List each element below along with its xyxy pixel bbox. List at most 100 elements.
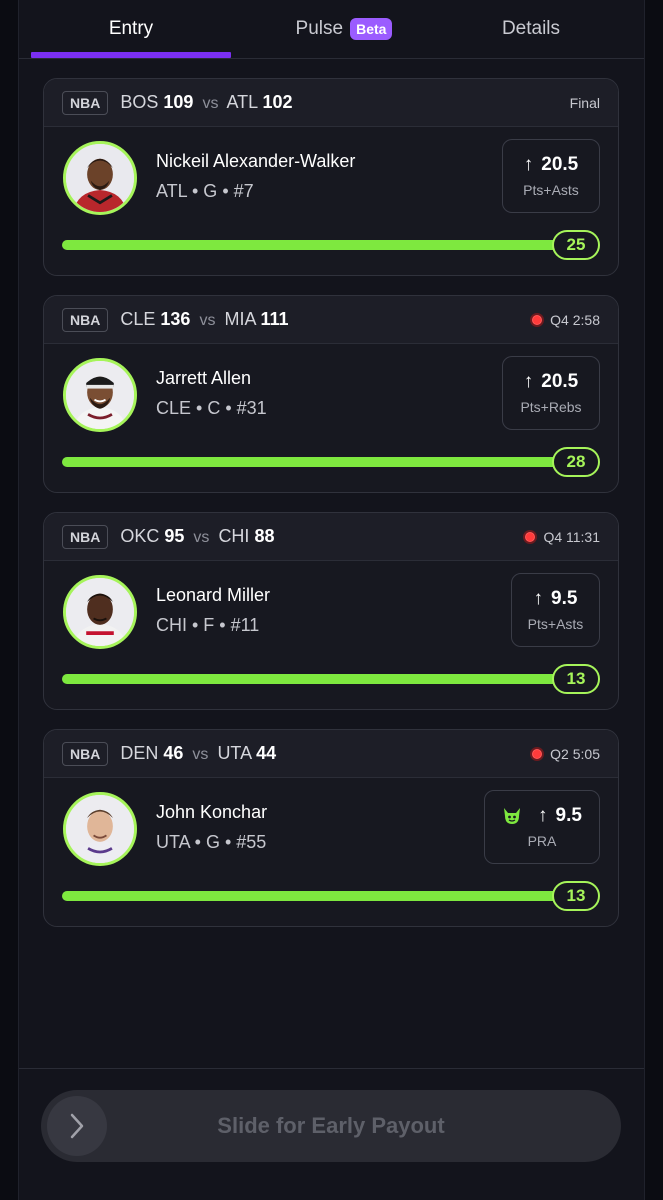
progress-track — [62, 457, 572, 467]
vs-label: vs — [192, 746, 209, 763]
player-avatar — [63, 575, 137, 649]
current-value-badge: 13 — [552, 664, 600, 694]
team-a: BOS — [120, 92, 159, 112]
arrow-up-icon: ↑ — [533, 588, 544, 609]
game-score: OKC 95 vs CHI 88 — [120, 526, 274, 547]
right-edge — [644, 0, 663, 1200]
progress-fill — [62, 457, 572, 467]
current-value-badge: 13 — [552, 881, 600, 911]
team-b: ATL — [226, 92, 258, 112]
pick-card[interactable]: NBA OKC 95 vs CHI 88 Q4 11:31 Leonard Mi… — [43, 512, 619, 710]
early-payout-slider[interactable]: Slide for Early Payout — [41, 1090, 621, 1162]
player-name: John Konchar — [156, 802, 268, 822]
team-b: UTA — [217, 743, 252, 763]
game-status: Q2 5:05 — [530, 730, 600, 778]
stat-type: Pts+Asts — [523, 182, 579, 198]
current-value-badge: 28 — [552, 447, 600, 477]
game-status: Q4 11:31 — [523, 513, 600, 561]
pick-card[interactable]: NBA CLE 136 vs MIA 111 Q4 2:58 Jarrett A… — [43, 295, 619, 493]
live-indicator-icon — [530, 313, 545, 327]
game-status-text: Final — [569, 95, 600, 111]
team-a: OKC — [120, 526, 160, 546]
projection-line: 9.5 — [551, 588, 578, 609]
stat-type: Pts+Asts — [527, 616, 584, 632]
arrow-up-icon: ↑ — [538, 805, 548, 826]
vs-label: vs — [193, 529, 210, 546]
slider-knob[interactable] — [47, 1096, 107, 1156]
projection-box[interactable]: ↑ 9.5 Pts+Asts — [511, 573, 600, 647]
active-tab-indicator — [31, 52, 231, 58]
slide-label: Slide for Early Payout — [217, 1113, 445, 1138]
projection-line: 20.5 — [541, 154, 579, 175]
projection-line: 20.5 — [541, 371, 579, 392]
live-indicator-icon — [530, 747, 545, 761]
projection-box[interactable]: ↑ 9.5 PRA — [484, 790, 600, 864]
progress-fill — [62, 240, 572, 250]
score-b: 88 — [254, 526, 275, 546]
projection-box[interactable]: ↑ 20.5 Pts+Asts — [502, 139, 600, 213]
progress-fill — [62, 891, 572, 901]
player-name: Nickeil Alexander-Walker — [156, 151, 356, 171]
beta-badge: Beta — [350, 18, 393, 40]
score-b: 102 — [262, 92, 293, 112]
arrow-up-icon: ↑ — [523, 154, 534, 175]
progress-fill — [62, 674, 572, 684]
tab-details-label: Details — [501, 18, 561, 39]
current-value-badge: 25 — [552, 230, 600, 260]
vs-label: vs — [199, 312, 216, 329]
tab-details[interactable]: Details — [431, 0, 631, 58]
player-meta: CLE • C • #31 — [156, 398, 267, 418]
game-header: NBA DEN 46 vs UTA 44 Q2 5:05 — [44, 730, 618, 778]
game-header: NBA OKC 95 vs CHI 88 Q4 11:31 — [44, 513, 618, 561]
player-meta: ATL • G • #7 — [156, 181, 254, 201]
progress-track — [62, 240, 572, 250]
score-b: 44 — [256, 743, 277, 763]
league-badge: NBA — [62, 524, 109, 549]
game-score: DEN 46 vs UTA 44 — [120, 743, 276, 764]
team-a: CLE — [120, 309, 156, 329]
game-score: CLE 136 vs MIA 111 — [120, 309, 288, 330]
player-avatar — [63, 792, 137, 866]
league-badge: NBA — [62, 90, 109, 115]
league-badge: NBA — [62, 307, 109, 332]
game-status: Q4 2:58 — [530, 296, 600, 344]
game-header: NBA CLE 136 vs MIA 111 Q4 2:58 — [44, 296, 618, 344]
vs-label: vs — [202, 95, 219, 112]
tab-pulse[interactable]: Pulse Beta — [244, 0, 444, 58]
tab-entry[interactable]: Entry — [31, 0, 231, 58]
pick-card[interactable]: NBA BOS 109 vs ATL 102 Final Nickeil Ale… — [43, 78, 619, 276]
chevron-right-icon — [70, 1113, 84, 1139]
progress-track — [62, 674, 572, 684]
player-avatar — [63, 141, 137, 215]
progress-track — [62, 891, 572, 901]
bottom-divider — [19, 1068, 644, 1069]
team-b: CHI — [218, 526, 250, 546]
team-b: MIA — [224, 309, 256, 329]
projection-line: 9.5 — [555, 805, 582, 826]
projection-box[interactable]: ↑ 20.5 Pts+Rebs — [502, 356, 600, 430]
tab-pulse-label: Pulse — [295, 18, 344, 39]
score-a: 109 — [163, 92, 194, 112]
arrow-up-icon: ↑ — [523, 371, 534, 392]
left-edge — [0, 0, 19, 1200]
game-status: Final — [570, 79, 600, 127]
player-meta: CHI • F • #11 — [156, 615, 260, 635]
pick-card[interactable]: NBA DEN 46 vs UTA 44 Q2 5:05 John Koncha… — [43, 729, 619, 927]
league-badge: NBA — [62, 741, 109, 766]
score-a: 95 — [164, 526, 185, 546]
score-b: 111 — [260, 309, 289, 329]
game-score: BOS 109 vs ATL 102 — [120, 92, 292, 113]
stat-type: PRA — [527, 833, 557, 849]
team-a: DEN — [120, 743, 159, 763]
demon-icon — [504, 808, 521, 824]
game-status-text: Q2 5:05 — [550, 746, 600, 762]
player-name: Leonard Miller — [156, 585, 271, 605]
tab-entry-label: Entry — [108, 18, 154, 39]
player-name: Jarrett Allen — [156, 368, 252, 388]
player-meta: UTA • G • #55 — [156, 832, 267, 852]
game-status-text: Q4 2:58 — [550, 312, 600, 328]
stat-type: Pts+Rebs — [520, 399, 582, 415]
tab-bar: Entry Pulse Beta Details — [19, 0, 644, 59]
score-a: 136 — [160, 309, 191, 329]
player-avatar — [63, 358, 137, 432]
